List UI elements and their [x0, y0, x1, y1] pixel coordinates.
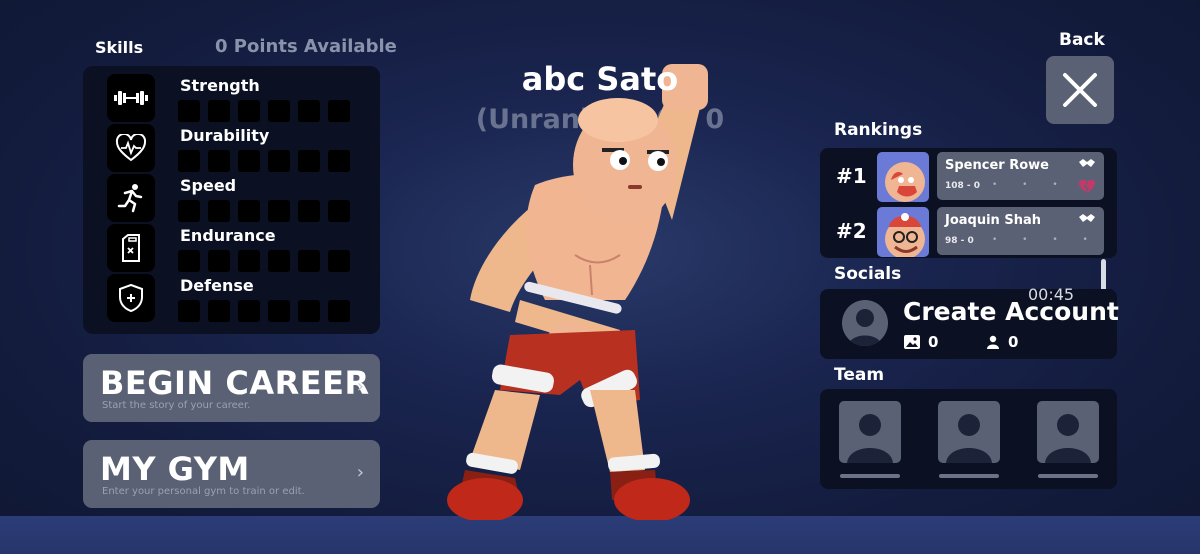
skill-label: Defense: [180, 276, 254, 295]
skill-row-endurance[interactable]: Endurance: [83, 216, 380, 272]
rankings-panel: #1 Spencer Rowe 108 - 0 • • • • #2 Joaqu…: [820, 148, 1117, 258]
followers-count: 0: [1008, 333, 1019, 351]
team-panel: [820, 389, 1117, 489]
avatar: [877, 207, 929, 257]
points-available: 0 Points Available: [215, 36, 397, 57]
socials-title: Socials: [834, 264, 902, 284]
avatar: [877, 152, 929, 202]
team-title: Team: [834, 365, 885, 385]
my-gym-button[interactable]: MY GYM Enter your personal gym to train …: [83, 440, 380, 508]
ranking-card: Joaquin Shah 98 - 0 • • • •: [937, 207, 1104, 255]
skills-header: Skills: [95, 38, 144, 57]
player-name: Joaquin Shah: [945, 213, 1041, 228]
skill-level-boxes: [178, 300, 350, 322]
photos-stat: 0: [904, 333, 938, 351]
begin-career-button[interactable]: BEGIN CAREER Start the story of your car…: [83, 354, 380, 422]
person-icon: [987, 335, 999, 349]
player-record: 98 - 0: [945, 236, 974, 246]
followers-stat: 0: [986, 333, 1018, 351]
rank-number: #2: [836, 219, 867, 243]
rankings-title: Rankings: [834, 120, 923, 140]
begin-career-title: BEGIN CAREER: [100, 364, 370, 402]
skill-label: Speed: [180, 176, 237, 195]
skill-row-defense[interactable]: Defense: [83, 266, 380, 322]
chevron-right-icon: ›: [356, 376, 364, 397]
back-button[interactable]: [1046, 56, 1114, 124]
skill-label: Endurance: [180, 226, 276, 245]
my-gym-title: MY GYM: [100, 450, 250, 488]
player-record: 108 - 0: [945, 181, 981, 191]
team-slot-label: [939, 474, 999, 478]
person-silhouette-icon: [847, 414, 893, 463]
team-slot-label: [1038, 474, 1098, 478]
team-slot[interactable]: [839, 401, 901, 463]
character-name: abc Sato: [521, 60, 679, 98]
team-slot-label: [840, 474, 900, 478]
skill-row-speed[interactable]: Speed: [83, 166, 380, 222]
team-slot[interactable]: [1037, 401, 1099, 463]
my-gym-subtitle: Enter your personal gym to train or edit…: [102, 486, 305, 497]
fighter-character: [447, 64, 708, 520]
person-silhouette-icon: [1045, 414, 1091, 463]
photos-count: 0: [928, 333, 939, 351]
back-label: Back: [1059, 30, 1105, 50]
heartbreak-icon: [1078, 180, 1096, 193]
chevron-right-icon: ›: [356, 462, 364, 483]
rank-number: #1: [836, 164, 867, 188]
player-name: Spencer Rowe: [945, 158, 1049, 173]
arena-floor: [0, 516, 1200, 554]
team-slot[interactable]: [938, 401, 1000, 463]
ranking-row[interactable]: #1 Spencer Rowe 108 - 0 • • • •: [820, 150, 1117, 202]
handshake-icon: [1079, 214, 1095, 222]
socials-panel: 00:45 Create Account 0 0: [820, 285, 1119, 359]
close-icon: [1063, 73, 1097, 107]
shield-icon: [107, 274, 155, 322]
ranking-row[interactable]: #2 Joaquin Shah 98 - 0 • • • •: [820, 205, 1117, 257]
handshake-icon: [1079, 159, 1095, 167]
record-dots: • • • •: [992, 235, 1099, 245]
image-icon: [904, 335, 920, 349]
person-silhouette-icon: [946, 414, 992, 463]
fuel-can-icon: [107, 224, 155, 272]
ranking-card: Spencer Rowe 108 - 0 • • • •: [937, 152, 1104, 200]
create-account-button[interactable]: Create Account: [903, 297, 1119, 326]
running-icon: [107, 174, 155, 222]
avatar: [842, 300, 888, 346]
begin-career-subtitle: Start the story of your career.: [102, 400, 251, 411]
